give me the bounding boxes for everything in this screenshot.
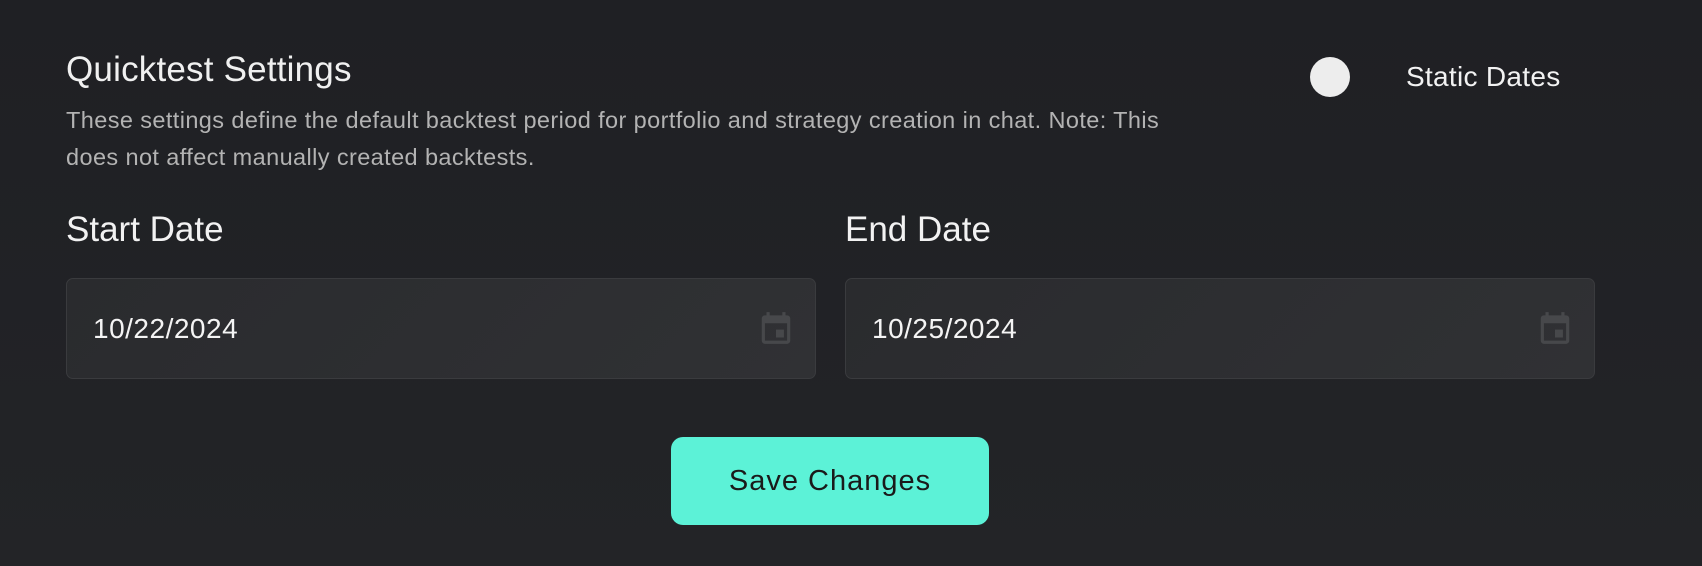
start-date-input[interactable]: 10/22/2024 bbox=[66, 278, 816, 379]
end-date-input[interactable]: 10/25/2024 bbox=[845, 278, 1595, 379]
calendar-icon[interactable] bbox=[1536, 307, 1574, 349]
static-dates-label: Static Dates bbox=[1406, 61, 1561, 92]
start-date-value: 10/22/2024 bbox=[93, 313, 239, 344]
end-date-label: End Date bbox=[845, 210, 991, 249]
static-dates-toggle[interactable]: Static Dates bbox=[1310, 56, 1561, 98]
section-title: Quicktest Settings bbox=[66, 50, 352, 89]
toggle-knob[interactable] bbox=[1310, 57, 1350, 97]
start-date-label: Start Date bbox=[66, 210, 224, 249]
section-description: These settings define the default backte… bbox=[66, 107, 1160, 170]
calendar-icon[interactable] bbox=[757, 307, 795, 349]
end-date-value: 10/25/2024 bbox=[872, 313, 1018, 344]
save-changes-button[interactable]: Save Changes bbox=[671, 437, 989, 525]
quicktest-settings-panel: Quicktest Settings These settings define… bbox=[0, 0, 1702, 566]
